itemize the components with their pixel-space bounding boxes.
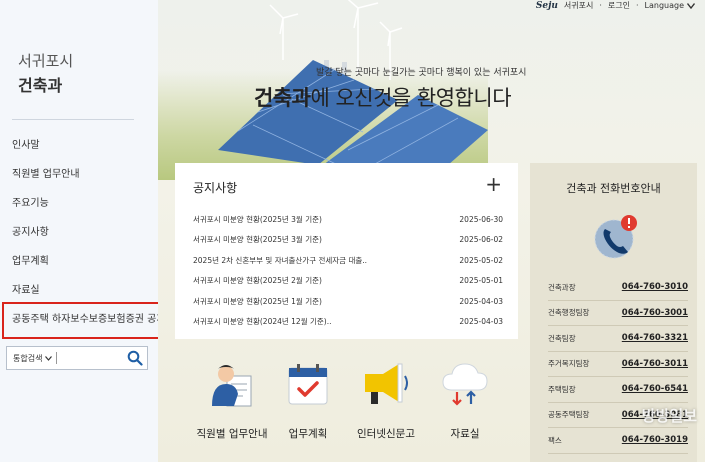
notice-title: 공지사항 <box>193 181 238 195</box>
notice-more-button[interactable]: + <box>485 174 502 194</box>
megaphone-icon <box>365 363 408 404</box>
welcome-heading: 건축과에 오신것을 환영합니다 <box>254 82 512 112</box>
search-bar: 통합검색 <box>6 346 148 370</box>
sidebar-item-main-functions[interactable]: 주요기능 <box>12 196 166 225</box>
phone-item-label: 팩스 <box>548 435 562 445</box>
language-select[interactable]: Language <box>645 1 695 10</box>
phone-item-label: 건축과장 <box>548 282 576 292</box>
divider-dot: · <box>599 1 602 10</box>
phone-directory-title: 건축과 전화번호안내 <box>566 182 661 195</box>
phone-number-link[interactable]: 064-760-3001 <box>622 308 688 318</box>
highlight-annotation-box <box>2 302 179 339</box>
phone-number-link[interactable]: 064-760-6541 <box>622 384 688 394</box>
phone-item-label: 주거복지팀장 <box>548 359 590 369</box>
sidebar-item-work-plan[interactable]: 업무계획 <box>12 254 166 283</box>
search-input[interactable] <box>60 353 125 363</box>
notice-item-title: 2025년 2차 신혼부부 및 자녀출산가구 전세자금 대출.. <box>193 255 368 265</box>
slogan: 발길 닿는 곳마다 눈길가는 곳마다 행복이 있는 서귀포시 <box>316 68 527 78</box>
list-item: 주거복지팀장 064-760-3011 <box>548 352 688 377</box>
list-item[interactable]: 서귀포시 미분양 현황(2024년 12월 기준).. 2025-04-03 <box>193 312 503 333</box>
notice-list: 서귀포시 미분양 현황(2025년 3월 기준) 2025-06-30 서귀포시 … <box>193 209 503 332</box>
quick-link-label: 업무계획 <box>288 428 328 440</box>
phone-item-label: 주택팀장 <box>548 384 576 394</box>
notice-item-title: 서귀포시 미분양 현황(2025년 3월 기준) <box>193 235 322 245</box>
search-scope-label: 통합검색 <box>13 353 43 363</box>
quick-link-label: 자료실 <box>450 428 480 440</box>
language-label: Language <box>644 1 684 10</box>
phone-number-link[interactable]: 064-760-3019 <box>622 435 688 445</box>
search-icon[interactable] <box>127 350 143 366</box>
divider-dot: · <box>635 1 639 10</box>
city-logo[interactable]: Seju <box>536 1 558 11</box>
notice-item-date: 2025-05-02 <box>459 255 503 265</box>
list-item: 팩스 064-760-3019 <box>548 428 688 454</box>
sidebar-item-staff-duties[interactable]: 직원별 업무안내 <box>12 167 166 196</box>
notice-item-date: 2025-06-30 <box>459 214 503 224</box>
notice-item-date: 2025-05-01 <box>459 276 503 286</box>
top-links: Seju 서귀포시 · 로그인 · Language <box>536 0 695 11</box>
list-item[interactable]: 2025년 2차 신혼부부 및 자녀출산가구 전세자금 대출.. 2025-05-… <box>193 250 503 271</box>
chevron-down-icon <box>45 355 53 361</box>
list-item: 건축과장 064-760-3010 <box>548 275 688 301</box>
phone-number-link[interactable]: 064-760-3321 <box>622 333 688 343</box>
cloud-transfer-icon <box>442 363 488 406</box>
city-label[interactable]: 서귀포시 <box>564 0 593 11</box>
list-item[interactable]: 서귀포시 미분양 현황(2025년 2월 기준) 2025-05-01 <box>193 271 503 292</box>
sidebar-item-greeting[interactable]: 인사말 <box>12 138 166 167</box>
phone-item-label: 공동주택팀장 <box>548 410 590 420</box>
notice-item-title: 서귀포시 미분양 현황(2024년 12월 기준).. <box>193 317 332 327</box>
list-item[interactable]: 서귀포시 미분양 현황(2025년 3월 기준) 2025-06-30 <box>193 209 503 230</box>
login-link[interactable]: 로그인 <box>608 0 630 11</box>
divider <box>12 119 134 120</box>
notice-item-title: 서귀포시 미분양 현황(2025년 3월 기준) <box>193 214 322 224</box>
notice-item-title: 서귀포시 미분양 현황(2025년 1월 기준) <box>193 296 322 306</box>
list-item[interactable]: 서귀포시 미분양 현황(2025년 3월 기준) 2025-06-02 <box>193 230 503 251</box>
quick-link-work-plan[interactable]: 업무계획 <box>263 360 353 441</box>
sidebar: 서귀포시 건축과 인사말 직원별 업무안내 주요기능 공지사항 업무계획 자료실… <box>0 0 166 462</box>
brand-city: 서귀포시 <box>18 52 74 70</box>
notice-item-date: 2025-06-02 <box>459 235 503 245</box>
list-item: 주택팀장 064-760-6541 <box>548 377 688 403</box>
sidebar-item-notices[interactable]: 공지사항 <box>12 225 166 254</box>
phone-item-label: 건축행정팀장 <box>548 308 590 318</box>
list-item: 건축행정팀장 064-760-3001 <box>548 301 688 326</box>
brand-dept: 건축과 <box>18 76 63 95</box>
phone-number-link[interactable]: 064-760-3011 <box>622 359 688 369</box>
notice-card: 공지사항 + 서귀포시 미분양 현황(2025년 3월 기준) 2025-06-3… <box>175 163 518 339</box>
phone-item-label: 건축팀장 <box>548 333 576 343</box>
staff-person-icon <box>212 365 252 407</box>
list-item[interactable]: 서귀포시 미분양 현황(2025년 1월 기준) 2025-04-03 <box>193 291 503 312</box>
phone-alert-icon <box>594 215 637 259</box>
welcome-dept: 건축과 <box>254 86 311 110</box>
list-item: 건축팀장 064-760-3321 <box>548 326 688 352</box>
quick-link-label: 인터넷신문고 <box>357 428 415 440</box>
phone-list: 건축과장 064-760-3010 건축행정팀장 064-760-3001 건축팀장… <box>548 275 688 454</box>
notice-item-date: 2025-04-03 <box>459 317 503 327</box>
notice-item-title: 서귀포시 미분양 현황(2025년 2월 기준) <box>193 276 322 286</box>
phone-number-link[interactable]: 064-760-3010 <box>622 282 688 292</box>
search-divider <box>56 352 58 364</box>
quick-link-archive[interactable]: 자료실 <box>420 360 510 441</box>
brand[interactable]: 서귀포시 건축과 <box>18 50 73 96</box>
watermark: 방방일보 <box>641 407 697 425</box>
chevron-down-icon <box>687 2 695 9</box>
notice-item-date: 2025-04-03 <box>459 296 503 306</box>
quick-link-e-petition[interactable]: 인터넷신문고 <box>341 360 431 441</box>
welcome-text: 에 오신것을 환영합니다 <box>310 86 512 110</box>
search-scope-select[interactable]: 통합검색 <box>7 353 53 364</box>
calendar-check-icon <box>288 364 328 405</box>
